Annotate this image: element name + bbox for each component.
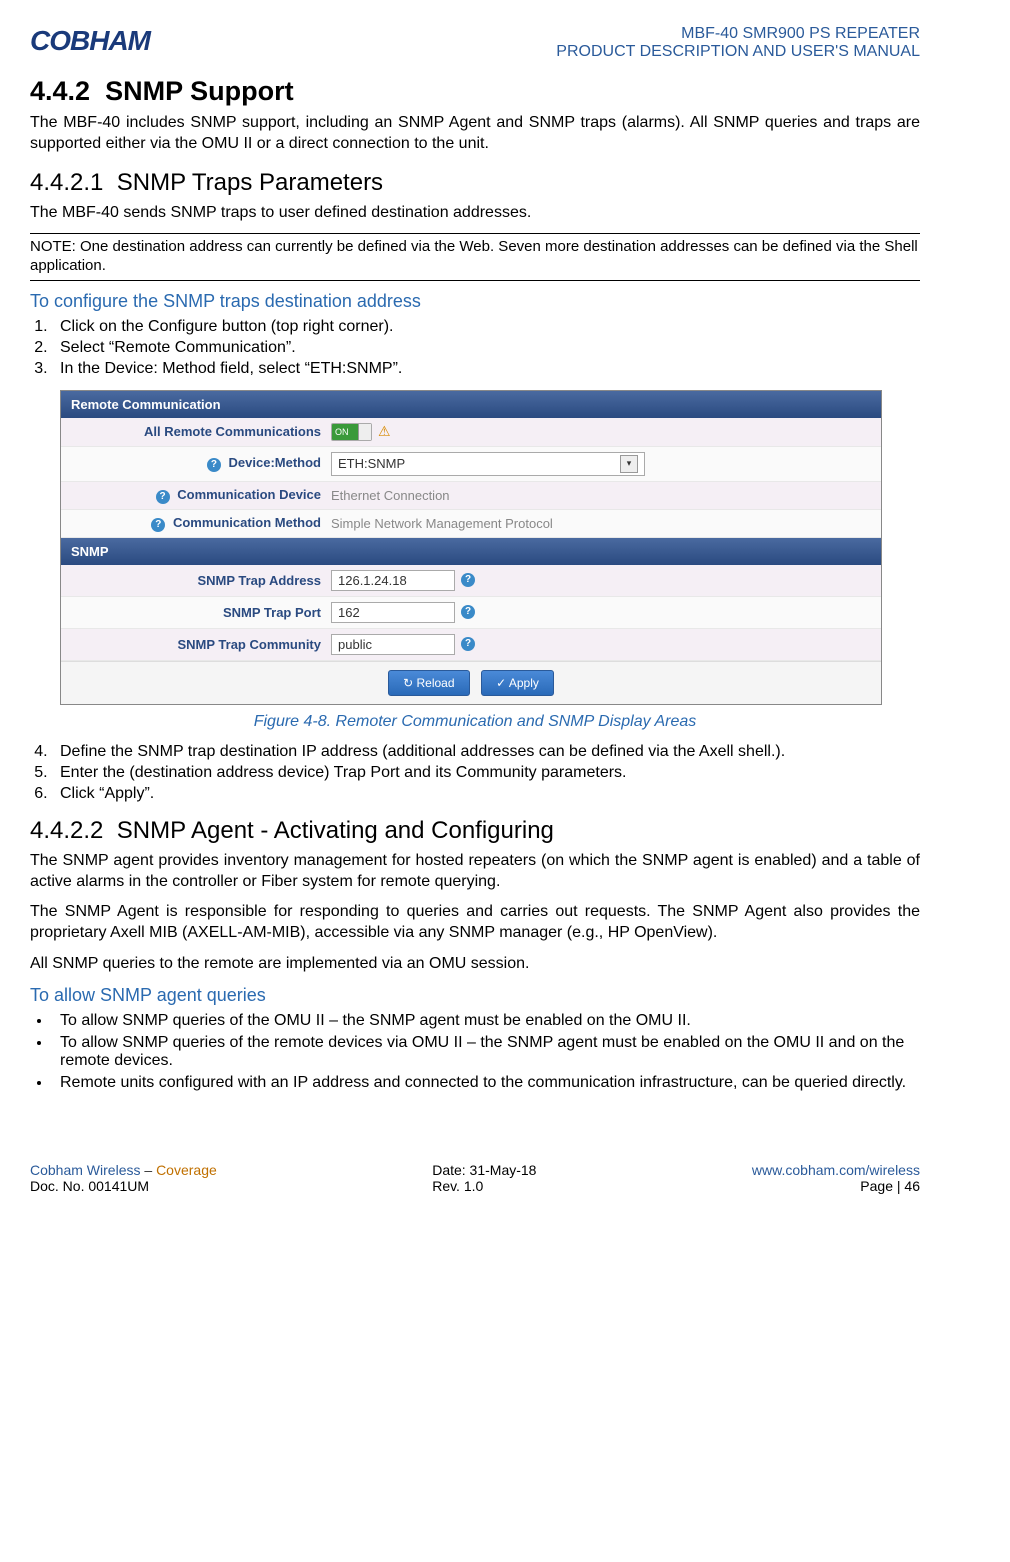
row-snmp-trap-address: SNMP Trap Address 126.1.24.18 ?	[61, 565, 881, 597]
row-comm-device: ? Communication Device Ethernet Connecti…	[61, 482, 881, 510]
label-text: Device:Method	[229, 455, 321, 470]
footer-page: Page | 46	[752, 1178, 920, 1194]
footer-dash: –	[140, 1162, 156, 1178]
step-item: Select “Remote Communication”.	[52, 339, 920, 357]
screenshot-remote-comm: Remote Communication All Remote Communic…	[60, 390, 882, 705]
panel-header-snmp: SNMP	[61, 538, 881, 565]
heading-text: SNMP Agent - Activating and Configuring	[117, 817, 554, 844]
bullet-item: Remote units configured with an IP addre…	[52, 1074, 920, 1092]
form-label: All Remote Communications	[61, 424, 331, 439]
form-label: ? Communication Method	[61, 515, 331, 532]
label-text: Communication Device	[177, 487, 321, 502]
subheading-allow-queries: To allow SNMP agent queries	[30, 985, 920, 1006]
help-icon[interactable]: ?	[156, 490, 170, 504]
form-label: SNMP Trap Address	[61, 573, 331, 588]
help-icon[interactable]: ?	[461, 637, 475, 651]
row-device-method: ? Device:Method ETH:SNMP ▾	[61, 447, 881, 482]
heading-num: 4.4.2	[30, 76, 90, 106]
heading-text: SNMP Traps Parameters	[117, 169, 383, 196]
bullet-item: To allow SNMP queries of the OMU II – th…	[52, 1012, 920, 1030]
step-item: Enter the (destination address device) T…	[52, 764, 920, 782]
para-4422-3: All SNMP queries to the remote are imple…	[30, 954, 920, 975]
toggle-on[interactable]: ON	[331, 423, 372, 441]
para-442: The MBF-40 includes SNMP support, includ…	[30, 113, 920, 155]
step-item: Define the SNMP trap destination IP addr…	[52, 743, 920, 761]
footer-left: Cobham Wireless – Coverage Doc. No. 0014…	[30, 1162, 217, 1194]
panel-body-2: SNMP Trap Address 126.1.24.18 ? SNMP Tra…	[61, 565, 881, 661]
heading-text: SNMP Support	[105, 76, 294, 106]
form-label: ? Communication Device	[61, 487, 331, 504]
help-icon[interactable]: ?	[207, 458, 221, 472]
panel-body-1: All Remote Communications ON ⚠ ? Device:…	[61, 418, 881, 538]
help-icon[interactable]: ?	[461, 605, 475, 619]
steps-a: Click on the Configure button (top right…	[52, 318, 920, 378]
snmp-trap-port-input[interactable]: 162	[331, 602, 455, 623]
warning-icon: ⚠	[378, 423, 391, 440]
doc-title-line1: MBF-40 SMR900 PS REPEATER	[556, 25, 920, 43]
heading-num: 4.4.2.1	[30, 169, 103, 196]
readonly-value: Simple Network Management Protocol	[331, 516, 881, 531]
footer-rev: Rev. 1.0	[432, 1178, 536, 1194]
para-4422-1: The SNMP agent provides inventory manage…	[30, 851, 920, 893]
help-icon[interactable]: ?	[461, 573, 475, 587]
page-footer: Cobham Wireless – Coverage Doc. No. 0014…	[30, 1162, 920, 1194]
form-label: SNMP Trap Port	[61, 605, 331, 620]
panel-header-remote-comm: Remote Communication	[61, 391, 881, 418]
page-header: COBHAM MBF-40 SMR900 PS REPEATER PRODUCT…	[30, 25, 920, 61]
help-icon[interactable]: ?	[151, 518, 165, 532]
footer-right: www.cobham.com/wireless Page | 46	[752, 1162, 920, 1194]
heading-4421: 4.4.2.1 SNMP Traps Parameters	[30, 169, 920, 197]
para-4422-2: The SNMP Agent is responsible for respon…	[30, 902, 920, 944]
doc-title: MBF-40 SMR900 PS REPEATER PRODUCT DESCRI…	[556, 25, 920, 61]
logo: COBHAM	[30, 25, 150, 57]
steps-b: Define the SNMP trap destination IP addr…	[52, 743, 920, 803]
bullets-4422: To allow SNMP queries of the OMU II – th…	[52, 1012, 920, 1092]
footer-url: www.cobham.com/wireless	[752, 1162, 920, 1178]
footer-center: Date: 31-May-18 Rev. 1.0	[432, 1162, 536, 1194]
readonly-value: Ethernet Connection	[331, 488, 881, 503]
heading-442: 4.4.2 SNMP Support	[30, 76, 920, 107]
label-text: Communication Method	[173, 515, 321, 530]
row-comm-method: ? Communication Method Simple Network Ma…	[61, 510, 881, 538]
apply-button[interactable]: ✓ Apply	[481, 670, 554, 696]
step-item: Click on the Configure button (top right…	[52, 318, 920, 336]
note-4421: NOTE: One destination address can curren…	[30, 233, 920, 281]
footer-date: Date: 31-May-18	[432, 1162, 536, 1178]
device-method-select[interactable]: ETH:SNMP ▾	[331, 452, 645, 476]
form-label: ? Device:Method	[61, 455, 331, 472]
form-label: SNMP Trap Community	[61, 637, 331, 652]
button-label: Reload	[416, 676, 454, 690]
snmp-trap-address-input[interactable]: 126.1.24.18	[331, 570, 455, 591]
heading-num: 4.4.2.2	[30, 817, 103, 844]
chevron-down-icon[interactable]: ▾	[620, 455, 638, 473]
reload-button[interactable]: ↻ Reload	[388, 670, 469, 696]
step-item: In the Device: Method field, select “ETH…	[52, 360, 920, 378]
button-label: Apply	[509, 676, 539, 690]
footer-company: Cobham Wireless	[30, 1162, 140, 1178]
bullet-item: To allow SNMP queries of the remote devi…	[52, 1034, 920, 1070]
row-all-remote-comm: All Remote Communications ON ⚠	[61, 418, 881, 447]
row-snmp-trap-community: SNMP Trap Community public ?	[61, 629, 881, 661]
para-4421: The MBF-40 sends SNMP traps to user defi…	[30, 203, 920, 224]
select-value: ETH:SNMP	[338, 456, 405, 471]
footer-coverage: Coverage	[156, 1162, 217, 1178]
heading-4422: 4.4.2.2 SNMP Agent - Activating and Conf…	[30, 817, 920, 845]
snmp-trap-community-input[interactable]: public	[331, 634, 455, 655]
figure-caption: Figure 4-8. Remoter Communication and SN…	[30, 713, 920, 731]
subheading-config-traps: To configure the SNMP traps destination …	[30, 291, 920, 312]
step-item: Click “Apply”.	[52, 785, 920, 803]
footer-doc-no: Doc. No. 00141UM	[30, 1178, 217, 1194]
row-snmp-trap-port: SNMP Trap Port 162 ?	[61, 597, 881, 629]
button-bar: ↻ Reload ✓ Apply	[61, 661, 881, 704]
doc-title-line2: PRODUCT DESCRIPTION AND USER'S MANUAL	[556, 43, 920, 61]
